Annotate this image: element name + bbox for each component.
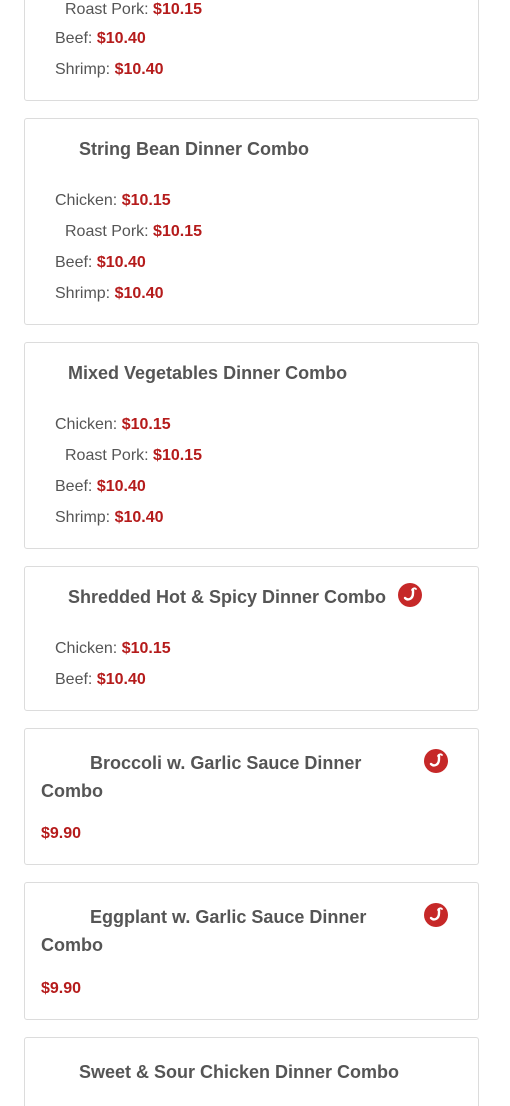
price-label: Roast Pork: — [65, 1, 149, 18]
menu-item-title: Sweet & Sour Chicken Dinner Combo — [79, 1062, 400, 1082]
price-value: $10.15 — [153, 1, 202, 18]
price-label: Shrimp: — [55, 285, 111, 302]
menu-item-card[interactable]: Shredded Hot & Spicy Dinner Combo Chicke… — [24, 566, 479, 711]
price-label: Shrimp: — [55, 509, 111, 526]
price-row-beef: Beef: $10.40 — [55, 670, 146, 690]
price-value: $10.15 — [153, 223, 202, 240]
chili-pepper-icon — [398, 583, 422, 607]
menu-item-title: Eggplant w. Garlic Sauce Dinner Combo — [41, 907, 367, 955]
menu-item-card[interactable]: Sweet & Sour Chicken Dinner Combo — [24, 1037, 479, 1106]
menu-item-title: Shredded Hot & Spicy Dinner Combo — [68, 587, 387, 607]
price-label: Chicken: — [55, 192, 118, 209]
price-label: Chicken: — [55, 416, 118, 433]
price-row-roast-pork: Roast Pork: $10.15 — [65, 446, 202, 466]
price-label: Shrimp: — [55, 61, 111, 78]
price-row-shrimp: Shrimp: $10.40 — [55, 508, 164, 528]
price-label: Beef: — [55, 254, 93, 271]
menu-item-title: String Bean Dinner Combo — [79, 139, 310, 159]
price-label: Roast Pork: — [65, 223, 149, 240]
price-label: Beef: — [55, 30, 93, 47]
price-value: $10.40 — [114, 509, 164, 526]
price-label: Beef: — [55, 478, 93, 495]
chili-pepper-icon — [424, 903, 448, 927]
price-row-beef: Beef: $10.40 — [55, 253, 146, 273]
price-row-beef: Beef: $10.40 — [55, 477, 146, 497]
price-value: $10.15 — [121, 416, 171, 433]
menu-item-card[interactable]: Roast Pork: $10.15 Beef: $10.40 Shrimp: … — [24, 0, 479, 101]
price-value: $10.40 — [96, 671, 146, 688]
price-value: $10.15 — [153, 447, 202, 464]
price-value: $10.40 — [96, 254, 146, 271]
price-value: $10.15 — [121, 192, 171, 209]
price-value: $10.40 — [114, 285, 164, 302]
menu-item-card[interactable]: String Bean Dinner Combo Chicken: $10.15… — [24, 118, 479, 325]
menu-item-card[interactable]: Mixed Vegetables Dinner Combo Chicken: $… — [24, 342, 479, 549]
price-row-roast-pork: Roast Pork: $10.15 — [65, 222, 202, 242]
price-value: $10.40 — [96, 30, 146, 47]
price-label: Roast Pork: — [65, 447, 149, 464]
menu-item-card[interactable]: Broccoli w. Garlic Sauce Dinner Combo $9… — [24, 728, 479, 865]
price-row-chicken: Chicken: $10.15 — [55, 639, 171, 659]
price-value: $10.40 — [96, 478, 146, 495]
price-label: Chicken: — [55, 640, 118, 657]
price-row-chicken: Chicken: $10.15 — [55, 415, 171, 435]
price-value: $10.15 — [121, 640, 171, 657]
price-row-roast-pork: Roast Pork: $10.15 — [65, 0, 202, 20]
price-row-shrimp: Shrimp: $10.40 — [55, 284, 164, 304]
menu-item-price: $9.90 — [41, 825, 82, 842]
menu-item-title: Mixed Vegetables Dinner Combo — [68, 363, 348, 383]
menu-page: Roast Pork: $10.15 Beef: $10.40 Shrimp: … — [0, 0, 510, 1106]
price-value: $10.40 — [114, 61, 164, 78]
price-row-beef: Beef: $10.40 — [55, 29, 146, 49]
menu-item-title: Broccoli w. Garlic Sauce Dinner Combo — [41, 753, 362, 801]
menu-item-card[interactable]: Eggplant w. Garlic Sauce Dinner Combo $9… — [24, 882, 479, 1020]
price-label: Beef: — [55, 671, 93, 688]
price-row-shrimp: Shrimp: $10.40 — [55, 60, 164, 80]
price-row-chicken: Chicken: $10.15 — [55, 191, 171, 211]
menu-item-price: $9.90 — [41, 980, 82, 997]
chili-pepper-icon — [424, 749, 448, 773]
